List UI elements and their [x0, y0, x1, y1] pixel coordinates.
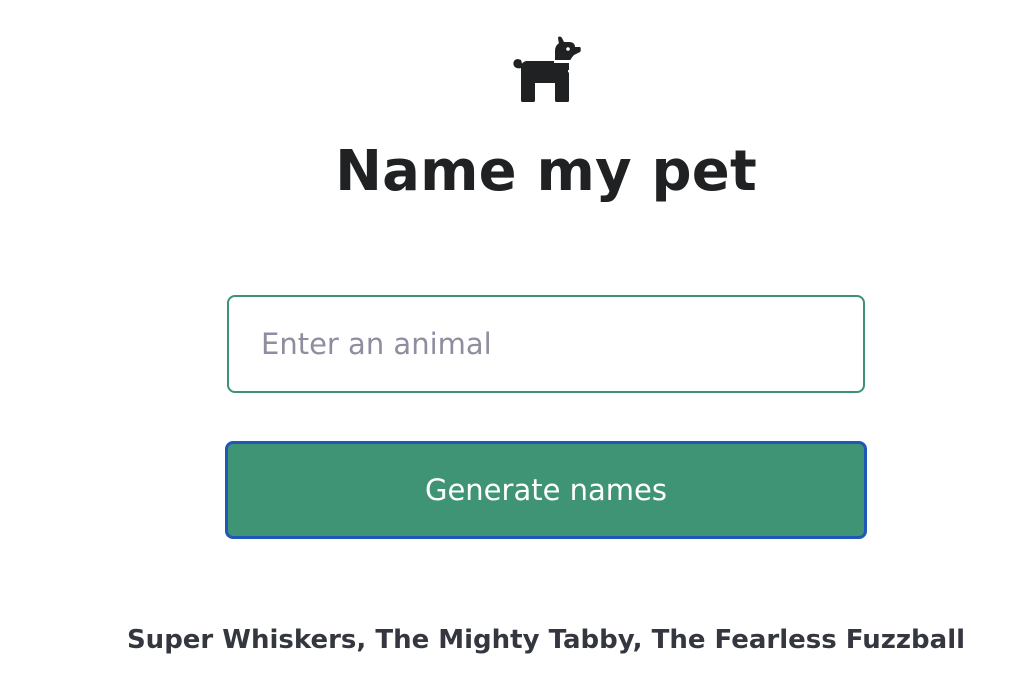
generate-names-button[interactable]: Generate names — [225, 441, 867, 539]
generated-names-result: Super Whiskers, The Mighty Tabby, The Fe… — [126, 625, 966, 655]
page-title: Name my pet — [335, 139, 757, 204]
dog-icon — [509, 36, 583, 104]
animal-input[interactable] — [227, 295, 865, 393]
